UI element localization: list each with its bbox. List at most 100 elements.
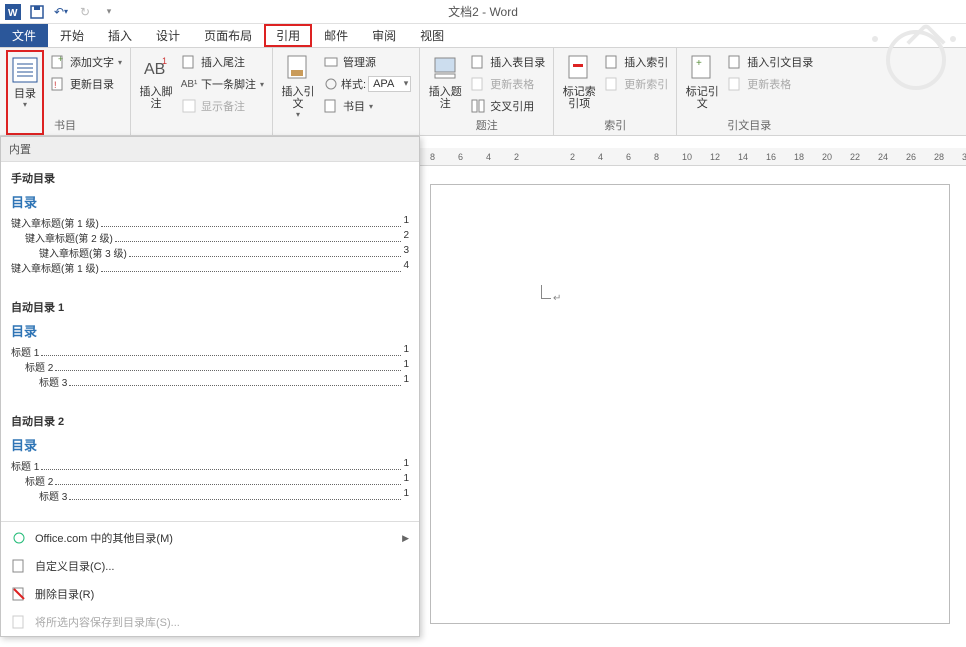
insert-toa-icon bbox=[727, 54, 743, 70]
ribbon: 目录 ▾ + 添加文字▾ ! 更新目录 书目 AB1 插入脚注 bbox=[0, 48, 966, 136]
tab-home[interactable]: 开始 bbox=[48, 24, 96, 47]
citation-label: 插入引文 bbox=[279, 86, 317, 110]
save-icon[interactable] bbox=[28, 3, 46, 21]
ruler-tick: 16 bbox=[766, 152, 776, 162]
ruler-tick: 2 bbox=[514, 152, 519, 162]
ruler-tick: 22 bbox=[850, 152, 860, 162]
horizontal-ruler[interactable]: 86422468101214161820222426283 bbox=[420, 148, 966, 166]
ruler-tick: 10 bbox=[682, 152, 692, 162]
mark-citation-label: 标记引文 bbox=[683, 86, 721, 110]
manage-sources-icon bbox=[323, 54, 339, 70]
ruler-tick: 20 bbox=[822, 152, 832, 162]
mark-index-icon bbox=[563, 52, 595, 84]
redo-icon[interactable]: ↻ bbox=[76, 3, 94, 21]
toc-preview-line: 标题 21 bbox=[11, 359, 409, 374]
window-title: 文档2 - Word bbox=[448, 3, 518, 20]
toc-preview-heading: 目录 bbox=[11, 321, 409, 340]
tab-insert[interactable]: 插入 bbox=[96, 24, 144, 47]
tab-view[interactable]: 视图 bbox=[408, 24, 456, 47]
group-citations: 插入引文 ▾ 管理源 样式: APA 书目▾ bbox=[273, 48, 420, 135]
insert-footnote-button[interactable]: AB1 插入脚注 bbox=[137, 50, 175, 135]
show-notes-button: 显示备注 bbox=[179, 96, 266, 116]
ribbon-tabs: 文件 开始 插入 设计 页面布局 引用 邮件 审阅 视图 bbox=[0, 24, 966, 48]
toc-dropdown: 内置 手动目录目录键入章标题(第 1 级)1键入章标题(第 2 级)2键入章标题… bbox=[0, 136, 420, 637]
svg-text:+: + bbox=[696, 58, 702, 69]
gallery-item-title: 自动目录 1 bbox=[11, 299, 409, 315]
group-captions: 插入题注 插入表目录 更新表格 交叉引用 题注 bbox=[420, 48, 554, 135]
update-table-icon bbox=[470, 76, 486, 92]
watermark-icon bbox=[886, 30, 946, 90]
tab-references[interactable]: 引用 bbox=[264, 24, 312, 47]
tab-review[interactable]: 审阅 bbox=[360, 24, 408, 47]
toc-gallery-item[interactable]: 手动目录目录键入章标题(第 1 级)1键入章标题(第 2 级)2键入章标题(第 … bbox=[1, 162, 419, 291]
ruler-tick: 4 bbox=[598, 152, 603, 162]
manage-sources-button[interactable]: 管理源 bbox=[321, 52, 413, 72]
group-toa: + 标记引文 插入引文目录 更新表格 引文目录 bbox=[677, 48, 821, 135]
insert-citation-button[interactable]: 插入引文 ▾ bbox=[279, 50, 317, 135]
qat-customize-icon[interactable]: ▾ bbox=[100, 3, 118, 21]
custom-toc-button[interactable]: 自定义目录(C)... bbox=[1, 552, 419, 580]
toc-gallery-item[interactable]: 自动目录 2目录标题 11标题 21标题 31 bbox=[1, 405, 419, 519]
update-toa-button: 更新表格 bbox=[725, 74, 815, 94]
insert-index-button[interactable]: 插入索引 bbox=[602, 52, 670, 72]
save-selection-icon bbox=[11, 614, 27, 630]
document-area: 86422468101214161820222426283 ↵ bbox=[420, 148, 966, 647]
svg-text:!: ! bbox=[54, 80, 57, 90]
next-footnote-button[interactable]: AB¹ 下一条脚注▾ bbox=[179, 74, 266, 94]
endnote-icon bbox=[181, 54, 197, 70]
gallery-item-title: 自动目录 2 bbox=[11, 413, 409, 429]
ruler-tick: 26 bbox=[906, 152, 916, 162]
insert-endnote-button[interactable]: 插入尾注 bbox=[179, 52, 266, 72]
bibliography-button[interactable]: 书目▾ bbox=[321, 96, 413, 116]
dropdown-header: 内置 bbox=[1, 137, 419, 162]
add-text-icon: + bbox=[50, 54, 66, 70]
group-label: 题注 bbox=[420, 117, 553, 133]
watermark-dot bbox=[872, 36, 878, 42]
update-table-button: 更新表格 bbox=[468, 74, 547, 94]
svg-text:1: 1 bbox=[162, 56, 167, 66]
mark-citation-icon: + bbox=[686, 52, 718, 84]
toc-preview-line: 标题 31 bbox=[11, 488, 409, 503]
insert-toa-button[interactable]: 插入引文目录 bbox=[725, 52, 815, 72]
group-index: 标记索引项 插入索引 更新索引 索引 bbox=[554, 48, 677, 135]
update-toc-button[interactable]: ! 更新目录 bbox=[48, 74, 124, 94]
ruler-tick: 3 bbox=[962, 152, 966, 162]
svg-text:W: W bbox=[8, 8, 18, 19]
insert-tof-button[interactable]: 插入表目录 bbox=[468, 52, 547, 72]
caption-label: 插入题注 bbox=[426, 86, 464, 110]
paragraph-mark-icon: ↵ bbox=[553, 293, 561, 304]
group-toc: 目录 ▾ + 添加文字▾ ! 更新目录 书目 bbox=[0, 48, 131, 135]
undo-icon[interactable]: ↶ ▾ bbox=[52, 3, 70, 21]
citation-style-row[interactable]: 样式: APA bbox=[321, 74, 413, 94]
toc-preview-heading: 目录 bbox=[11, 435, 409, 454]
title-bar: W ↶ ▾ ↻ ▾ 文档2 - Word bbox=[0, 0, 966, 24]
ruler-tick: 4 bbox=[486, 152, 491, 162]
tab-mailings[interactable]: 邮件 bbox=[312, 24, 360, 47]
toc-gallery-item[interactable]: 自动目录 1目录标题 11标题 21标题 31 bbox=[1, 291, 419, 405]
save-selection-button: 将所选内容保存到目录库(S)... bbox=[1, 608, 419, 636]
crossref-button[interactable]: 交叉引用 bbox=[468, 96, 547, 116]
citation-icon bbox=[282, 52, 314, 84]
add-text-button[interactable]: + 添加文字▾ bbox=[48, 52, 124, 72]
style-select[interactable]: APA bbox=[368, 76, 411, 92]
toc-preview-line: 键入章标题(第 2 级)2 bbox=[11, 230, 409, 245]
remove-toc-button[interactable]: 删除目录(R) bbox=[1, 580, 419, 608]
toc-label: 目录 bbox=[14, 88, 36, 100]
separator bbox=[1, 521, 419, 522]
tab-file[interactable]: 文件 bbox=[0, 24, 48, 47]
toc-preview-line: 标题 11 bbox=[11, 458, 409, 473]
watermark-dot bbox=[950, 36, 956, 42]
ruler-tick: 12 bbox=[710, 152, 720, 162]
page-canvas[interactable]: ↵ bbox=[430, 184, 950, 624]
tab-layout[interactable]: 页面布局 bbox=[192, 24, 264, 47]
more-from-office-button[interactable]: Office.com 中的其他目录(M) ▶ bbox=[1, 524, 419, 552]
ruler-tick: 8 bbox=[430, 152, 435, 162]
gallery-item-title: 手动目录 bbox=[11, 170, 409, 186]
tab-design[interactable]: 设计 bbox=[144, 24, 192, 47]
update-toa-icon bbox=[727, 76, 743, 92]
text-cursor-icon bbox=[541, 285, 551, 299]
ruler-tick: 6 bbox=[626, 152, 631, 162]
toc-preview-heading: 目录 bbox=[11, 192, 409, 211]
next-footnote-icon: AB¹ bbox=[181, 76, 197, 92]
ruler-tick: 28 bbox=[934, 152, 944, 162]
